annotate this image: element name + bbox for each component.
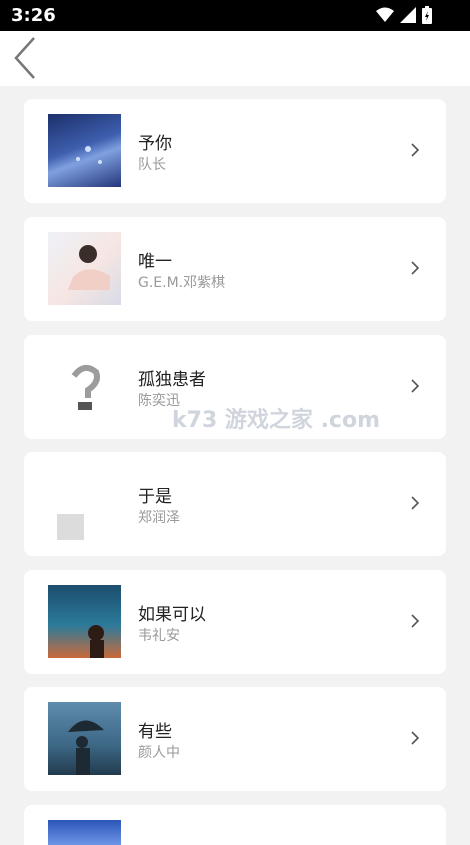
song-artist: G.E.M.邓紫棋: [138, 275, 226, 291]
song-title: 于是: [138, 487, 172, 507]
chevron-left-icon: [14, 37, 35, 79]
song-artist: 队长: [138, 157, 166, 173]
song-title: 孤独患者: [138, 370, 206, 390]
chevron-right-icon: [411, 496, 420, 510]
song-card[interactable]: 唯一 G.E.M.邓紫棋: [24, 217, 446, 321]
song-card[interactable]: 于是 郑润泽: [24, 452, 446, 556]
song-artist: 郑润泽: [138, 510, 180, 526]
song-title: 有些: [138, 722, 172, 742]
album-cover: [48, 114, 121, 187]
wifi-icon: [376, 7, 394, 22]
song-card-partial[interactable]: [24, 805, 446, 845]
watermark: k73 游戏之家 .com: [172, 408, 381, 433]
chevron-right-icon: [411, 261, 420, 275]
album-cover: [48, 820, 121, 845]
album-cover: [48, 585, 121, 658]
chevron-right-icon: [411, 379, 420, 393]
chevron-right-icon: [411, 614, 420, 628]
album-cover: [48, 350, 121, 423]
song-card[interactable]: 予你 队长: [24, 99, 446, 203]
signal-icon: [400, 7, 416, 23]
song-card[interactable]: 有些 颜人中: [24, 687, 446, 791]
app-bar: [0, 31, 470, 86]
album-cover: [48, 467, 121, 540]
back-button[interactable]: [8, 35, 42, 81]
battery-icon: [422, 6, 432, 24]
song-artist: 颜人中: [138, 745, 180, 761]
status-bar: 3:26: [0, 0, 470, 31]
chevron-right-icon: [411, 143, 420, 157]
album-cover: [48, 232, 121, 305]
song-artist: 韦礼安: [138, 628, 180, 644]
status-time: 3:26: [11, 5, 56, 26]
song-title: 唯一: [138, 252, 172, 272]
chevron-right-icon: [411, 731, 420, 745]
song-card[interactable]: 如果可以 韦礼安: [24, 570, 446, 674]
song-title: 予你: [138, 134, 172, 154]
song-title: 如果可以: [138, 605, 206, 625]
album-cover: [48, 702, 121, 775]
